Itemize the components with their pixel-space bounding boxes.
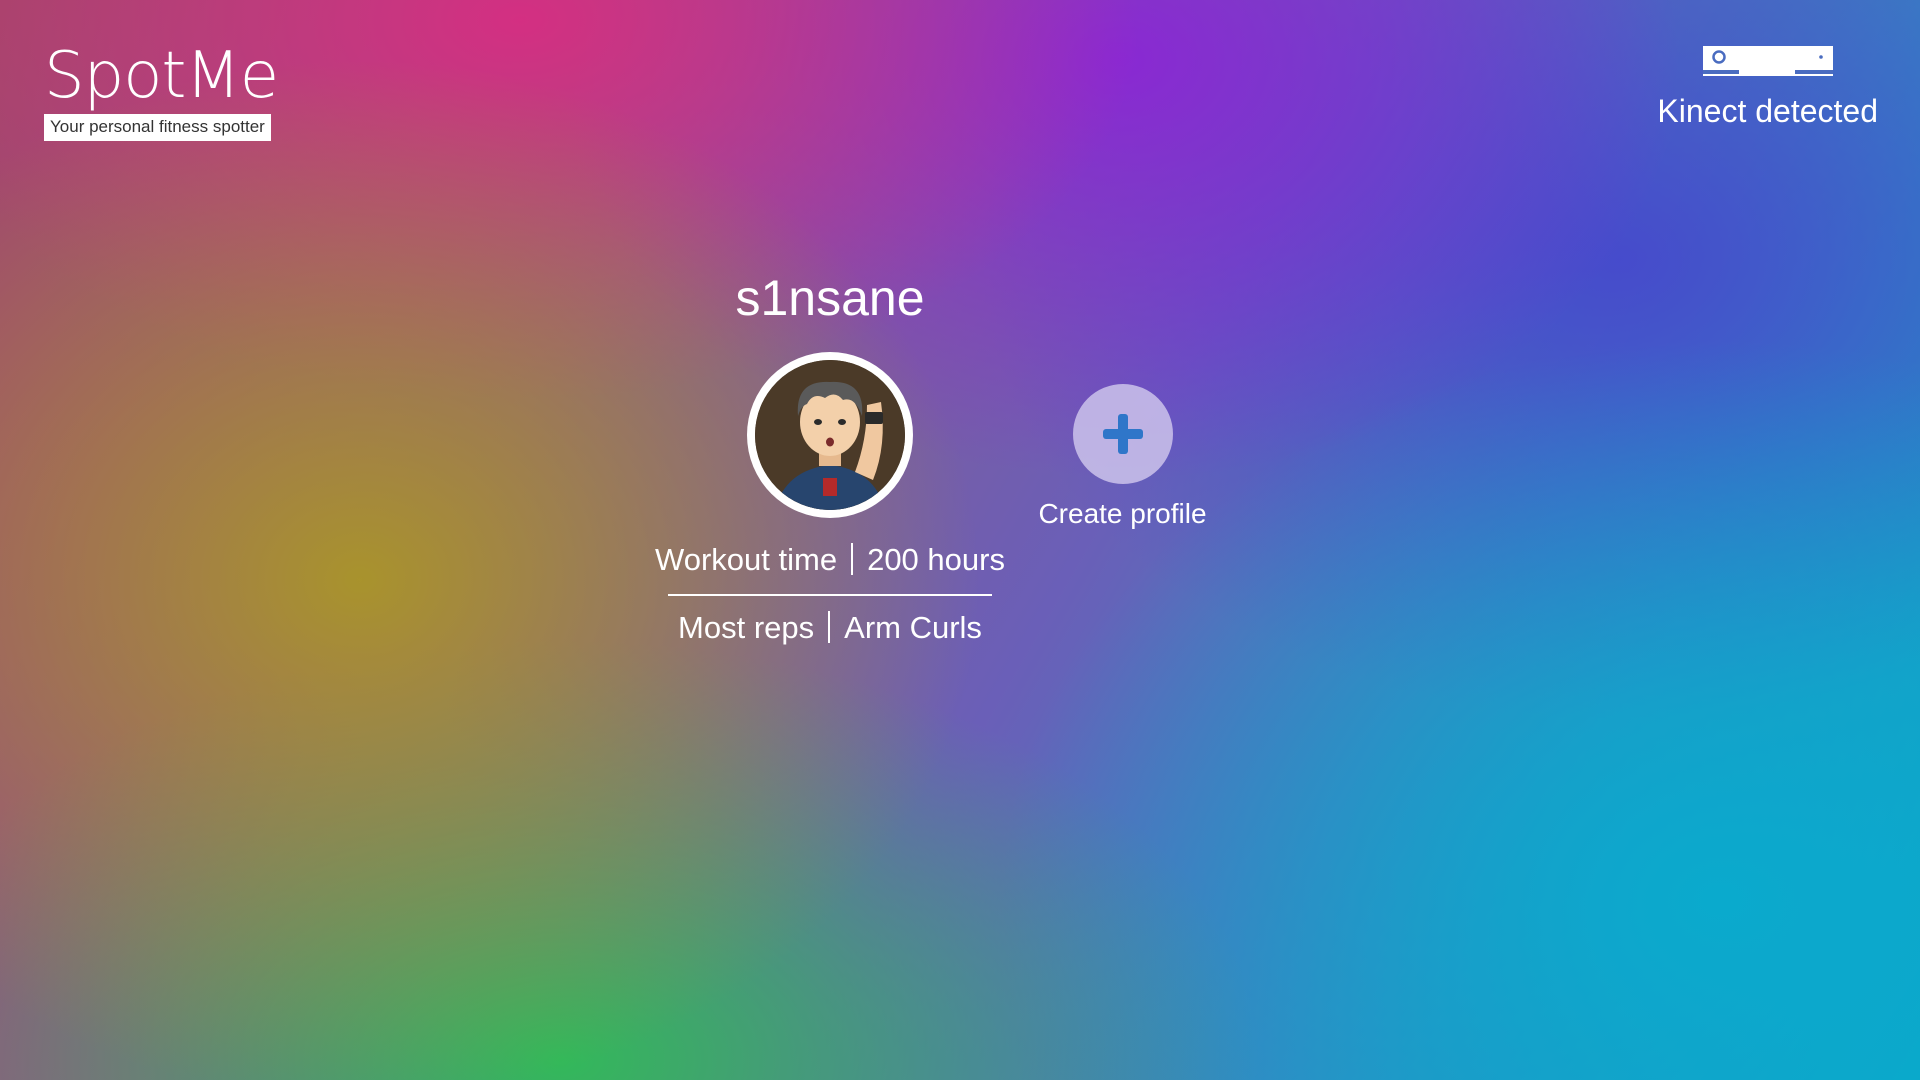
stat-most-reps: Most reps Arm Curls	[640, 608, 1020, 648]
stat-separator	[851, 543, 854, 575]
avatar[interactable]	[747, 352, 913, 518]
profile-card[interactable]: s1nsane Workout time 200 hours Most reps…	[640, 262, 1020, 648]
create-profile-circle[interactable]	[1072, 384, 1173, 484]
create-profile-button[interactable]: Create profile	[1030, 384, 1215, 532]
kinect-sensor-icon	[1702, 46, 1833, 76]
app-logo: SpotMe Your personal fitness spotter	[44, 38, 279, 141]
stat-value: 200 hours	[867, 542, 1005, 577]
create-profile-label: Create profile	[1038, 498, 1207, 529]
kinect-status-label: Kinect detected	[1657, 93, 1878, 129]
stat-value: Arm Curls	[844, 610, 982, 645]
profile-name: s1nsane	[735, 270, 925, 326]
avatar-image	[755, 360, 905, 510]
stat-separator	[828, 611, 831, 643]
kinect-status: Kinect detected	[1657, 46, 1878, 131]
stat-label: Most reps	[678, 610, 815, 645]
app-tagline: Your personal fitness spotter	[44, 114, 271, 141]
app-title: SpotMe	[44, 39, 279, 113]
plus-icon	[1102, 414, 1143, 454]
stat-divider	[668, 594, 992, 596]
stat-workout-time: Workout time 200 hours	[640, 540, 1020, 580]
stat-label: Workout time	[655, 542, 838, 577]
